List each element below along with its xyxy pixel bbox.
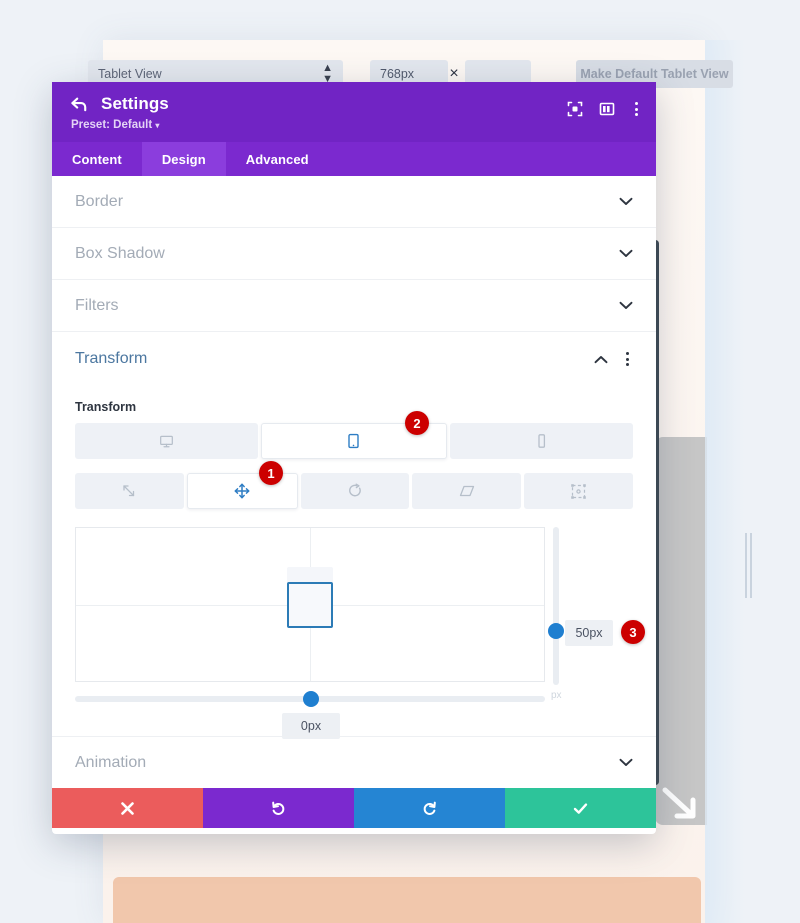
device-tab-phone[interactable] [449, 423, 633, 459]
kebab-menu-icon[interactable] [631, 100, 642, 118]
horizontal-slider-track[interactable] [75, 691, 545, 707]
kebab-menu-icon[interactable] [622, 350, 633, 368]
background-gray-panel [655, 437, 707, 825]
transform-type-rotate[interactable] [300, 473, 410, 509]
redo-button[interactable] [354, 788, 505, 828]
tab-advanced[interactable]: Advanced [226, 142, 329, 176]
chevron-down-icon [619, 301, 633, 310]
preset-selector[interactable]: Preset: Default ▾ [71, 119, 640, 131]
background-peach-block [113, 877, 701, 923]
desktop-icon [160, 435, 174, 447]
cancel-button[interactable] [52, 788, 203, 828]
phone-icon [538, 434, 545, 448]
modal-body: Border Box Shadow Filters Transform Tran… [52, 176, 656, 788]
modal-title: Settings [101, 94, 169, 113]
transform-preview-box[interactable] [287, 581, 333, 628]
tablet-icon [348, 433, 360, 449]
modal-header: Settings Preset: Default ▾ [52, 82, 656, 142]
transform-type-origin[interactable] [524, 473, 633, 509]
vertical-slider-handle[interactable] [548, 623, 564, 639]
background-sheen [705, 40, 745, 923]
horizontal-slider-handle[interactable] [303, 691, 319, 707]
scale-icon [123, 485, 135, 497]
accordion-box-shadow-label: Box Shadow [75, 244, 165, 262]
chevron-down-icon [619, 197, 633, 206]
transform-section: Transform 2 1 px 50px 3 0px [52, 386, 656, 742]
translate-move-icon [234, 483, 250, 499]
accordion-filters-label: Filters [75, 296, 119, 314]
accordion-filters[interactable]: Filters [52, 280, 656, 332]
preset-label: Preset: Default [71, 119, 153, 131]
accordion-transform-label: Transform [75, 350, 148, 367]
accordion-border-label: Border [75, 192, 124, 210]
resize-diagonal-arrow-icon [655, 780, 705, 828]
chevron-down-icon [619, 758, 633, 767]
callout-badge-1: 1 [259, 461, 283, 485]
background-rail-lines [745, 533, 752, 598]
check-icon [573, 802, 588, 814]
skew-icon [459, 485, 474, 497]
accordion-border[interactable]: Border [52, 176, 656, 228]
undo-button[interactable] [203, 788, 354, 828]
view-mode-label: Tablet View [98, 67, 162, 81]
vertical-slider-track[interactable]: px [548, 527, 564, 701]
chevron-down-icon: ▾ [155, 121, 160, 130]
accordion-animation-label: Animation [75, 753, 147, 771]
accordion-box-shadow[interactable]: Box Shadow [52, 228, 656, 280]
viewport-width-value: 768px [380, 67, 415, 81]
layout-columns-icon[interactable] [599, 101, 615, 117]
tab-design[interactable]: Design [141, 142, 226, 176]
chevron-up-icon[interactable] [594, 355, 608, 364]
responsive-preview-icon[interactable] [567, 101, 583, 117]
transform-type-scale[interactable] [75, 473, 184, 509]
callout-badge-2: 2 [405, 411, 429, 435]
undo-arrow-icon [272, 801, 285, 815]
device-tab-desktop[interactable] [75, 423, 259, 459]
settings-modal: Settings Preset: Default ▾ Content Desig… [52, 82, 659, 834]
rotate-icon [349, 483, 361, 497]
vertical-slider-value[interactable]: 50px [565, 620, 613, 646]
accordion-transform[interactable]: Transform [52, 332, 656, 386]
modal-footer [52, 788, 656, 828]
save-button[interactable] [505, 788, 656, 828]
callout-badge-3: 3 [621, 620, 645, 644]
transform-type-group: 1 [75, 461, 633, 509]
vertical-slider-unit: px [551, 690, 562, 701]
chevron-down-icon [619, 249, 633, 258]
responsive-toolbar: Tablet View ▲ ▼ 768px × Make Default Tabl… [0, 0, 800, 92]
transform-preview-area: px 50px 3 0px [75, 527, 645, 739]
transform-field-label: Transform [75, 400, 137, 414]
transform-type-skew[interactable] [412, 473, 522, 509]
close-x-icon [121, 801, 134, 815]
transform-canvas[interactable] [75, 527, 545, 682]
tab-content[interactable]: Content [52, 142, 142, 176]
transform-origin-icon [571, 483, 586, 499]
modal-tabs: Content Design Advanced [52, 142, 656, 176]
accordion-animation[interactable]: Animation [52, 736, 656, 788]
redo-arrow-icon [423, 801, 436, 815]
device-tabs-group: 2 [75, 411, 633, 459]
back-arrow-icon[interactable] [70, 96, 88, 112]
